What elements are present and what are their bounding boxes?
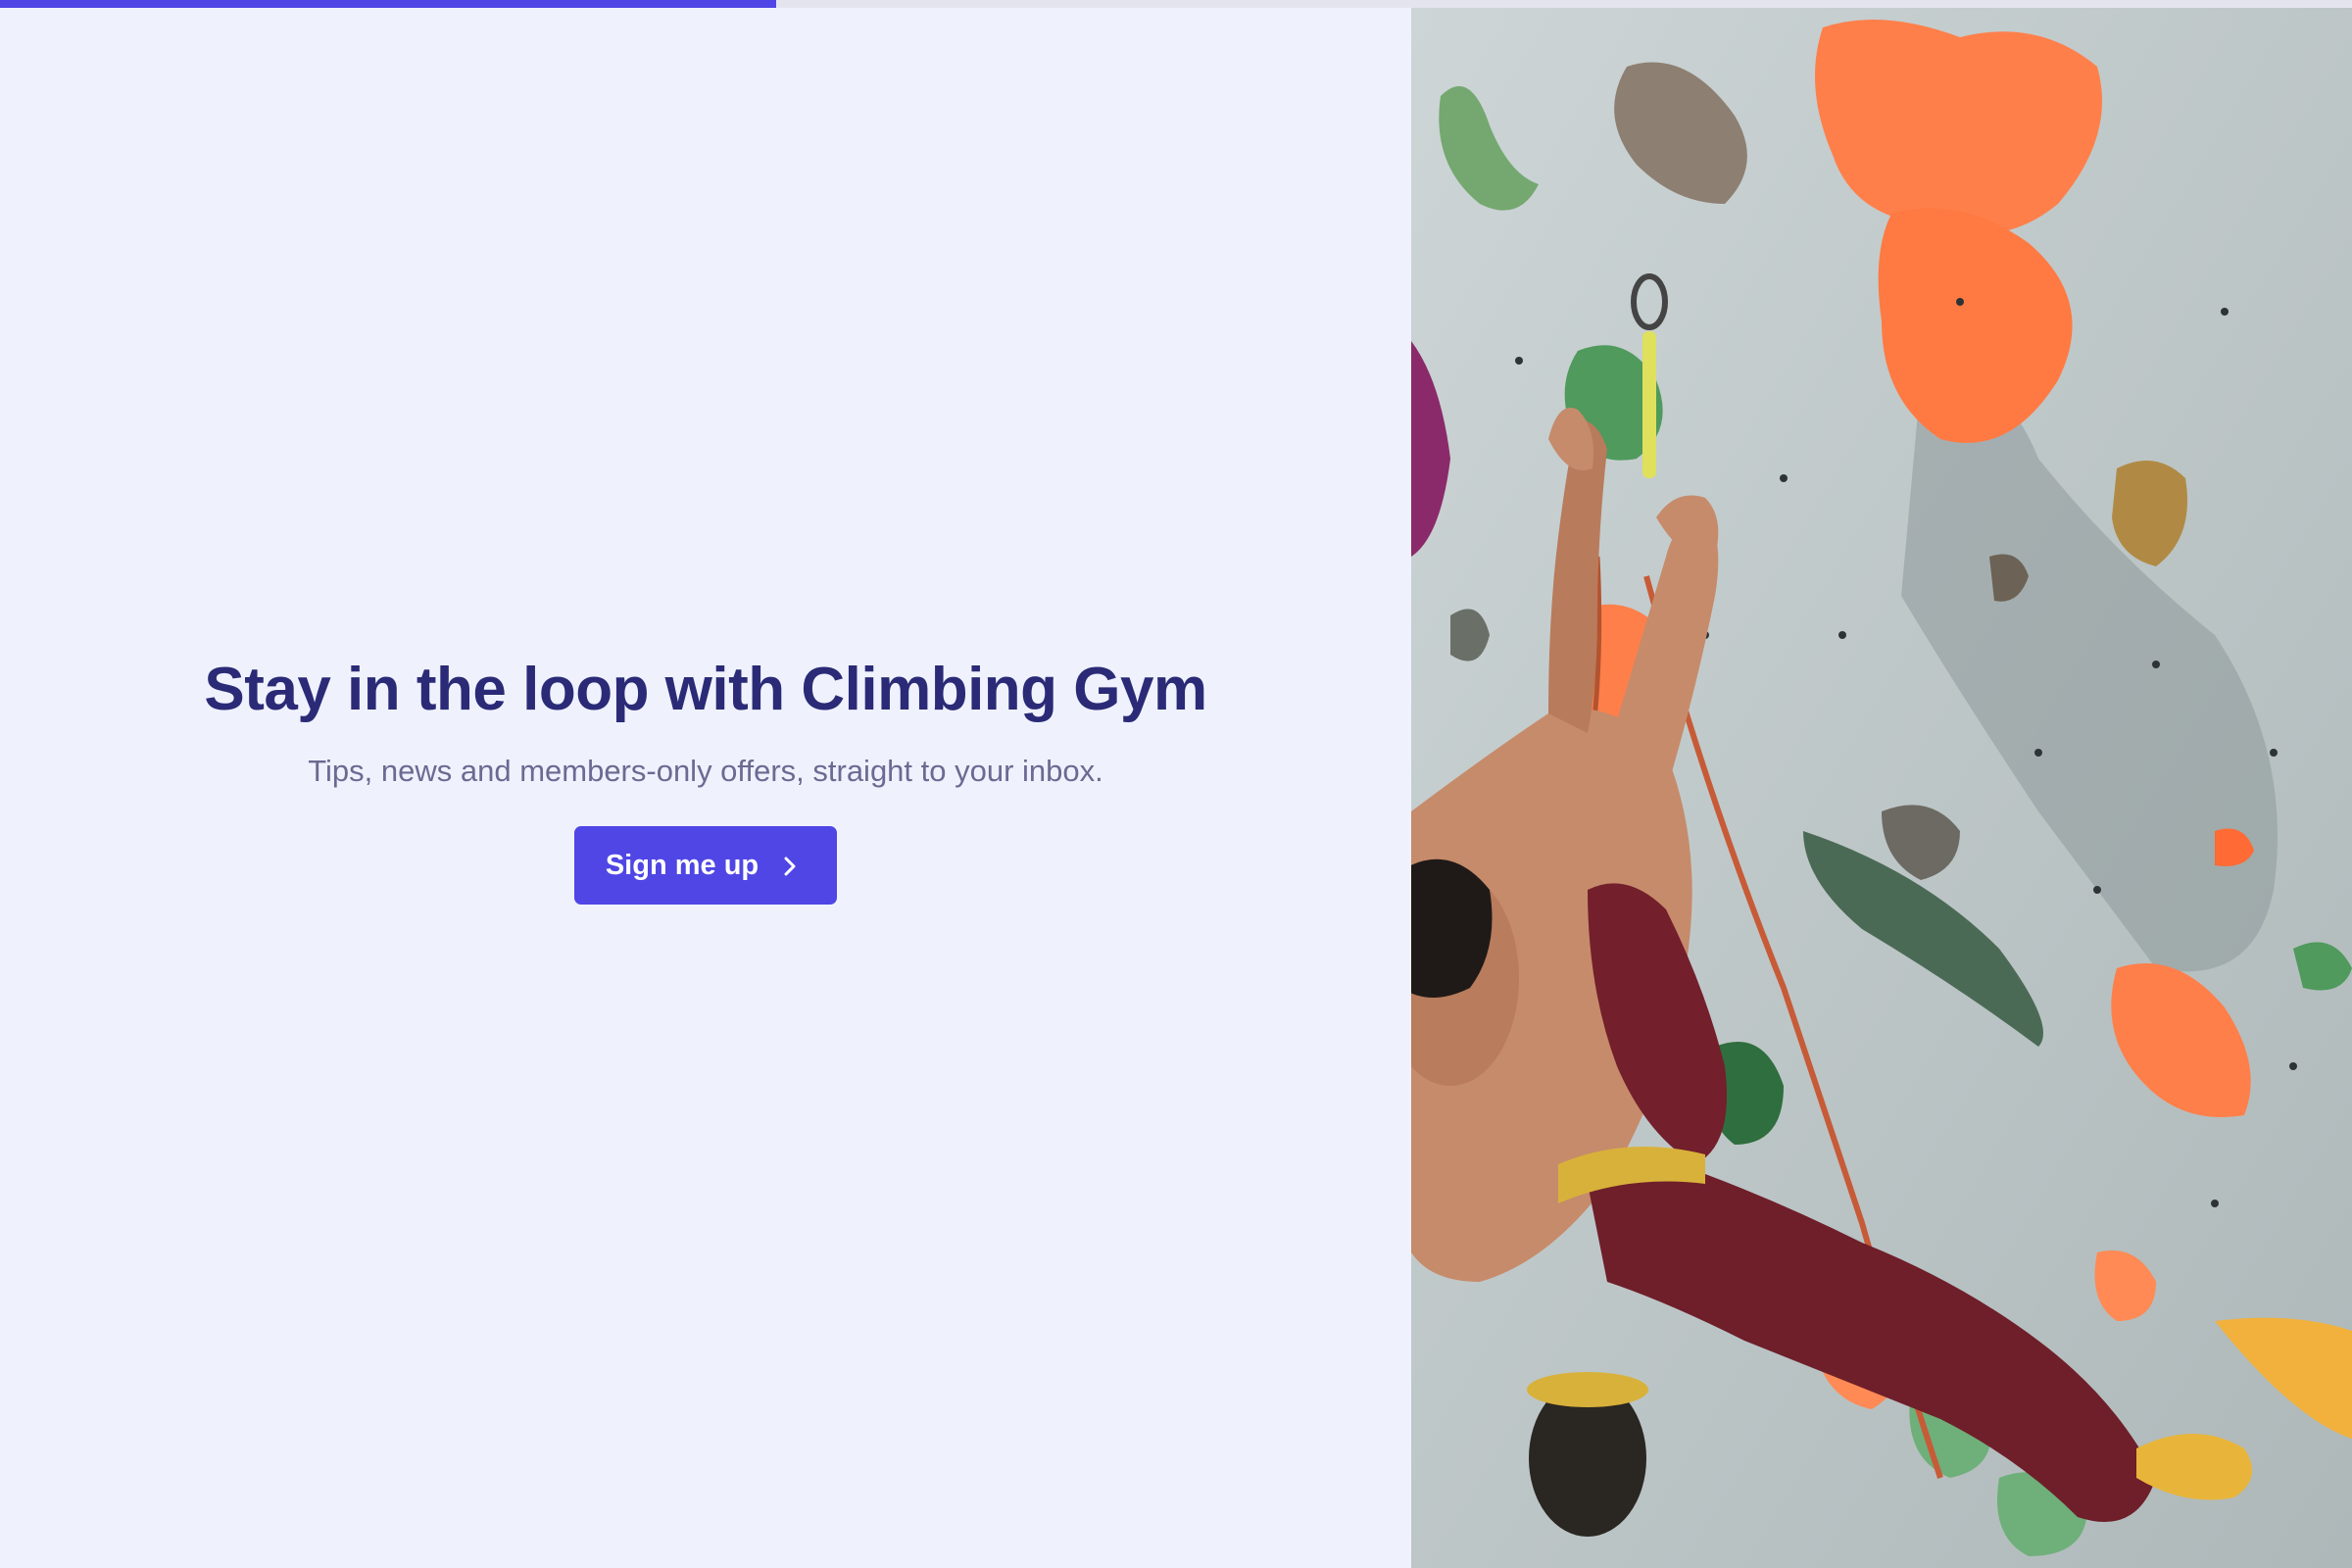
progress-bar-fill [0, 0, 776, 8]
sign-up-button[interactable]: Sign me up [573, 826, 838, 906]
progress-bar [0, 0, 2352, 8]
sign-up-button-label: Sign me up [605, 849, 760, 881]
headline: Stay in the loop with Climbing Gym [204, 656, 1207, 723]
hero-content: Stay in the loop with Climbing Gym Tips,… [0, 656, 1411, 906]
chevron-right-icon [780, 854, 800, 877]
climber-photo [1411, 8, 2352, 1568]
signup-page: Stay in the loop with Climbing Gym Tips,… [0, 0, 2352, 1568]
content-panel: Stay in the loop with Climbing Gym Tips,… [0, 8, 1411, 1568]
subtitle: Tips, news and members-only offers, stra… [308, 754, 1103, 789]
hero-image [1411, 8, 2352, 1568]
